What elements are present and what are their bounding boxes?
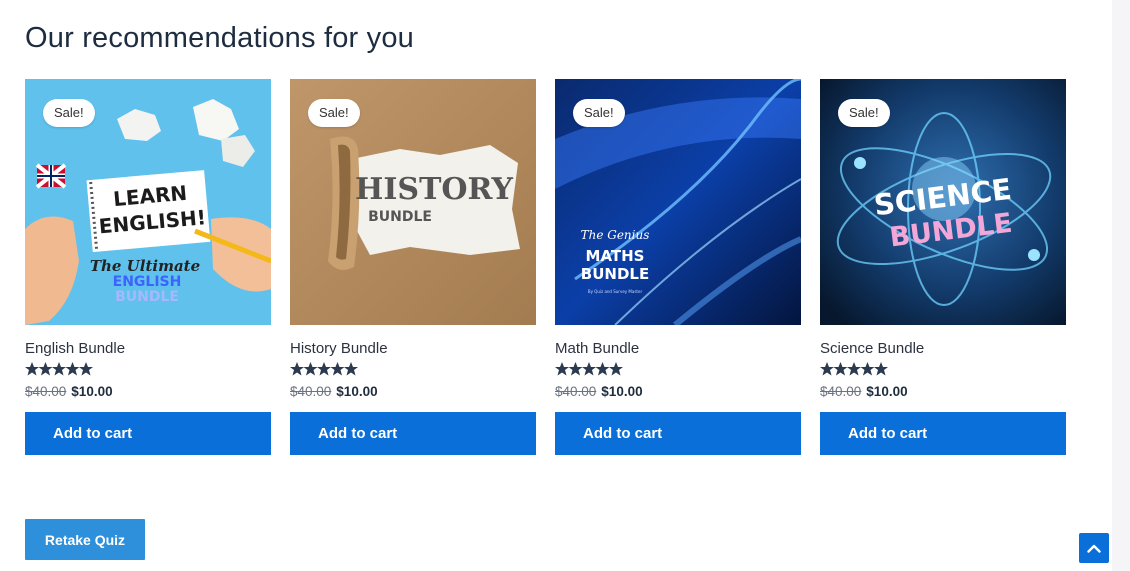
sale-badge: Sale! <box>308 99 360 127</box>
price-old: $40.00 <box>290 384 332 399</box>
section-title: Our recommendations for you <box>25 22 415 54</box>
price: $40.00 $10.00 <box>25 384 271 399</box>
product-name[interactable]: History Bundle <box>290 340 536 357</box>
page-scrollbar[interactable] <box>1112 0 1130 571</box>
math-image-maths: MATHS <box>586 247 645 265</box>
history-image-history: HISTORY <box>355 172 514 207</box>
price-old: $40.00 <box>820 384 862 399</box>
sale-badge: Sale! <box>838 99 890 127</box>
stars-icon <box>25 362 93 376</box>
stars-icon <box>820 362 888 376</box>
english-image-english2: ENGLISH <box>113 274 182 290</box>
retake-quiz-button[interactable]: Retake Quiz <box>25 519 145 560</box>
price-new: $10.00 <box>601 384 643 399</box>
stars-icon <box>555 362 623 376</box>
product-image-history[interactable]: HISTORY BUNDLE Sale! <box>290 79 536 325</box>
history-image-bundle: BUNDLE <box>368 209 432 225</box>
math-image-byline: By Quiz and Survey Master <box>588 289 643 294</box>
sale-badge: Sale! <box>43 99 95 127</box>
product-name[interactable]: Science Bundle <box>820 340 1066 357</box>
star-rating <box>820 362 1066 378</box>
add-to-cart-button[interactable]: Add to cart <box>290 412 536 455</box>
stars-icon <box>290 362 358 376</box>
chevron-up-icon <box>1087 544 1101 553</box>
product-image-english[interactable]: LEARN ENGLISH! The Ultimate ENGLISH BUND… <box>25 79 271 325</box>
product-image-math[interactable]: The Genius MATHS BUNDLE By Quiz and Surv… <box>555 79 801 325</box>
price: $40.00 $10.00 <box>820 384 1066 399</box>
price-old: $40.00 <box>555 384 597 399</box>
price: $40.00 $10.00 <box>555 384 801 399</box>
price-new: $10.00 <box>866 384 908 399</box>
product-card-math: The Genius MATHS BUNDLE By Quiz and Surv… <box>555 79 801 455</box>
product-name[interactable]: English Bundle <box>25 340 271 357</box>
add-to-cart-button[interactable]: Add to cart <box>555 412 801 455</box>
star-rating <box>25 362 271 378</box>
product-card-english: LEARN ENGLISH! The Ultimate ENGLISH BUND… <box>25 79 271 455</box>
product-image-science[interactable]: SCIENCE BUNDLE Sale! <box>820 79 1066 325</box>
star-rating <box>555 362 801 378</box>
add-to-cart-button[interactable]: Add to cart <box>25 412 271 455</box>
product-card-history: HISTORY BUNDLE Sale! History Bundle $40.… <box>290 79 536 455</box>
price-new: $10.00 <box>71 384 113 399</box>
product-grid: LEARN ENGLISH! The Ultimate ENGLISH BUND… <box>25 79 1066 455</box>
math-image-genius: The Genius <box>581 228 650 242</box>
star-rating <box>290 362 536 378</box>
price-old: $40.00 <box>25 384 67 399</box>
english-image-ultimate: The Ultimate <box>90 257 200 275</box>
product-card-science: SCIENCE BUNDLE Sale! Science Bundle $40.… <box>820 79 1066 455</box>
product-name[interactable]: Math Bundle <box>555 340 801 357</box>
scroll-to-top-button[interactable] <box>1079 533 1109 563</box>
price: $40.00 $10.00 <box>290 384 536 399</box>
price-new: $10.00 <box>336 384 378 399</box>
math-image-bundle: BUNDLE <box>581 265 649 283</box>
english-image-bundle: BUNDLE <box>115 289 179 305</box>
sale-badge: Sale! <box>573 99 625 127</box>
add-to-cart-button[interactable]: Add to cart <box>820 412 1066 455</box>
